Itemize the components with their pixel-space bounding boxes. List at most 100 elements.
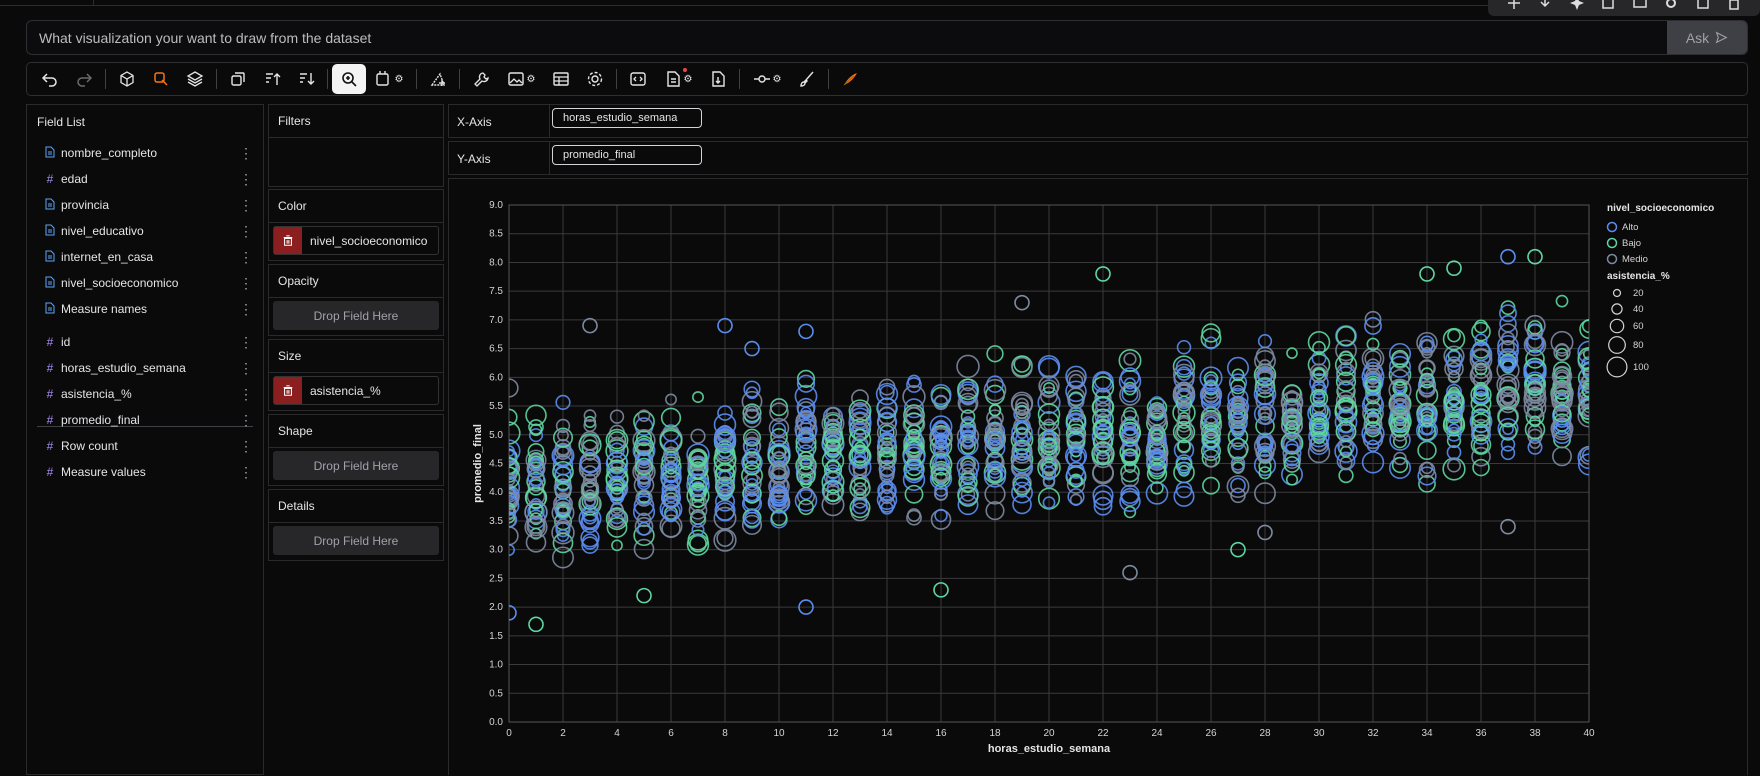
config-button[interactable] <box>578 64 612 94</box>
color-field-pill[interactable]: nivel_socioeconomico <box>273 226 439 255</box>
numeric-field-icon: # <box>46 387 54 401</box>
field-item[interactable]: # Measure values ⋮ <box>43 461 253 483</box>
copy-icon[interactable] <box>1600 0 1616 14</box>
y-axis-shelf: Y-Axis promedio_final <box>448 141 1748 175</box>
x-tick-label: 2 <box>560 728 566 739</box>
x-tick-label: 34 <box>1421 728 1433 739</box>
send-icon <box>1715 31 1728 44</box>
sort-asc-button[interactable] <box>255 64 289 94</box>
field-item[interactable]: # id ⋮ <box>43 331 253 353</box>
more-options-icon[interactable]: ⋮ <box>239 171 253 188</box>
table-button[interactable] <box>544 64 578 94</box>
field-item[interactable]: # asistencia_% ⋮ <box>43 383 253 405</box>
more-options-icon[interactable]: ⋮ <box>239 249 253 266</box>
shape-drop-zone[interactable]: Drop Field Here <box>273 451 439 480</box>
move-icon[interactable] <box>1506 0 1522 14</box>
field-name: Measure values <box>61 465 146 479</box>
comment-icon[interactable] <box>1632 0 1648 14</box>
layout-mode-button[interactable]: ⚙ <box>366 64 412 94</box>
remove-size-button[interactable] <box>274 377 302 404</box>
field-item[interactable]: provincia ⋮ <box>43 194 253 216</box>
export-button[interactable] <box>701 64 735 94</box>
x-axis-title: horas_estudio_semana <box>988 743 1111 755</box>
ask-input[interactable] <box>27 21 1667 54</box>
sparkle-icon[interactable] <box>1569 0 1585 14</box>
paintbrush-icon <box>800 71 814 87</box>
toolbar-separator <box>739 69 740 89</box>
field-item[interactable]: # Row count ⋮ <box>43 435 253 457</box>
size-field-pill[interactable]: asistencia_% <box>273 376 439 405</box>
remove-color-button[interactable] <box>274 227 302 254</box>
color-panel: Color nivel_socioeconomico <box>268 189 444 261</box>
undo-button[interactable] <box>33 64 67 94</box>
details-drop-zone[interactable]: Drop Field Here <box>273 526 439 555</box>
field-item[interactable]: internet_en_casa ⋮ <box>43 246 253 268</box>
scatter-chart[interactable]: 0 2 4 6 8 10 12 14 16 18 20 22 24 26 28 30 32 34 36 38 400.0… <box>449 179 1747 776</box>
more-options-icon[interactable]: ⋮ <box>239 301 253 318</box>
scatter-point <box>1555 294 1569 308</box>
code-button[interactable] <box>621 64 655 94</box>
timeline-button[interactable]: ⚙ <box>744 64 790 94</box>
transpose-icon <box>231 72 245 86</box>
field-item[interactable]: nivel_socioeconomico ⋮ <box>43 272 253 294</box>
field-item[interactable]: Measure names ⋮ <box>43 298 253 320</box>
field-item[interactable]: nombre_completo ⋮ <box>43 142 253 164</box>
layout-settings-icon[interactable]: ⚙ <box>395 74 404 85</box>
x-axis-field-pill[interactable]: horas_estudio_semana <box>552 108 702 128</box>
cube-button[interactable] <box>110 64 144 94</box>
x-tick-label: 18 <box>989 728 1001 739</box>
zoom-button[interactable] <box>332 64 366 94</box>
x-axis-shelf: X-Axis horas_estudio_semana <box>448 104 1748 138</box>
scatter-point <box>1012 494 1032 515</box>
more-options-icon[interactable]: ⋮ <box>239 223 253 240</box>
mark-type-icon <box>154 72 168 86</box>
paint-button[interactable] <box>790 64 824 94</box>
sort-desc-button[interactable] <box>289 64 323 94</box>
more-options-icon[interactable]: ⋮ <box>239 464 253 481</box>
field-item[interactable]: # edad ⋮ <box>43 168 253 190</box>
document-settings-icon[interactable]: ⚙ <box>684 74 693 85</box>
image-settings-icon[interactable]: ⚙ <box>527 74 536 85</box>
trash-icon[interactable] <box>1726 0 1742 14</box>
document-button[interactable]: ⚙ <box>655 64 701 94</box>
timeline-settings-icon[interactable]: ⚙ <box>773 74 782 85</box>
more-options-icon[interactable]: ⋮ <box>239 412 253 429</box>
download-icon[interactable] <box>1537 0 1553 14</box>
brand-logo-button[interactable] <box>833 64 867 94</box>
redo-button[interactable] <box>67 64 101 94</box>
panel-divider <box>269 372 443 373</box>
more-options-icon[interactable]: ⋮ <box>239 145 253 162</box>
transpose-button[interactable] <box>221 64 255 94</box>
export-icon[interactable] <box>1695 0 1711 14</box>
color-legend-label: Medio <box>1622 254 1648 265</box>
more-options-icon[interactable]: ⋮ <box>239 438 253 455</box>
y-axis-field-pill[interactable]: promedio_final <box>552 145 702 165</box>
numeric-field-icon: # <box>46 335 54 349</box>
field-item[interactable]: nivel_educativo ⋮ <box>43 220 253 242</box>
numeric-field-icon: # <box>46 439 54 453</box>
ask-button-label: Ask <box>1685 29 1710 46</box>
image-export-button[interactable]: ⚙ <box>498 64 544 94</box>
color-legend-label: Bajo <box>1622 238 1641 249</box>
scatter-point <box>1014 294 1030 311</box>
field-item[interactable]: # horas_estudio_semana ⋮ <box>43 357 253 379</box>
tools-button[interactable] <box>464 64 498 94</box>
more-options-icon[interactable]: ⋮ <box>239 386 253 403</box>
settings-icon[interactable] <box>1663 0 1679 14</box>
more-options-icon[interactable]: ⋮ <box>239 275 253 292</box>
brush-select-button[interactable] <box>421 64 455 94</box>
scatter-point <box>1173 439 1195 461</box>
notification-dot <box>683 68 687 72</box>
more-options-icon[interactable]: ⋮ <box>239 334 253 351</box>
tab-active[interactable] <box>0 0 94 6</box>
panel-divider <box>269 447 443 448</box>
scatter-point <box>1067 488 1085 506</box>
opacity-drop-zone[interactable]: Drop Field Here <box>273 301 439 330</box>
mark-type-button[interactable] <box>144 64 178 94</box>
ask-button[interactable]: Ask <box>1667 21 1747 54</box>
more-options-icon[interactable]: ⋮ <box>239 360 253 377</box>
more-options-icon[interactable]: ⋮ <box>239 197 253 214</box>
field-item[interactable]: # promedio_final ⋮ <box>43 409 253 431</box>
scatter-point <box>798 499 814 516</box>
layers-button[interactable] <box>178 64 212 94</box>
